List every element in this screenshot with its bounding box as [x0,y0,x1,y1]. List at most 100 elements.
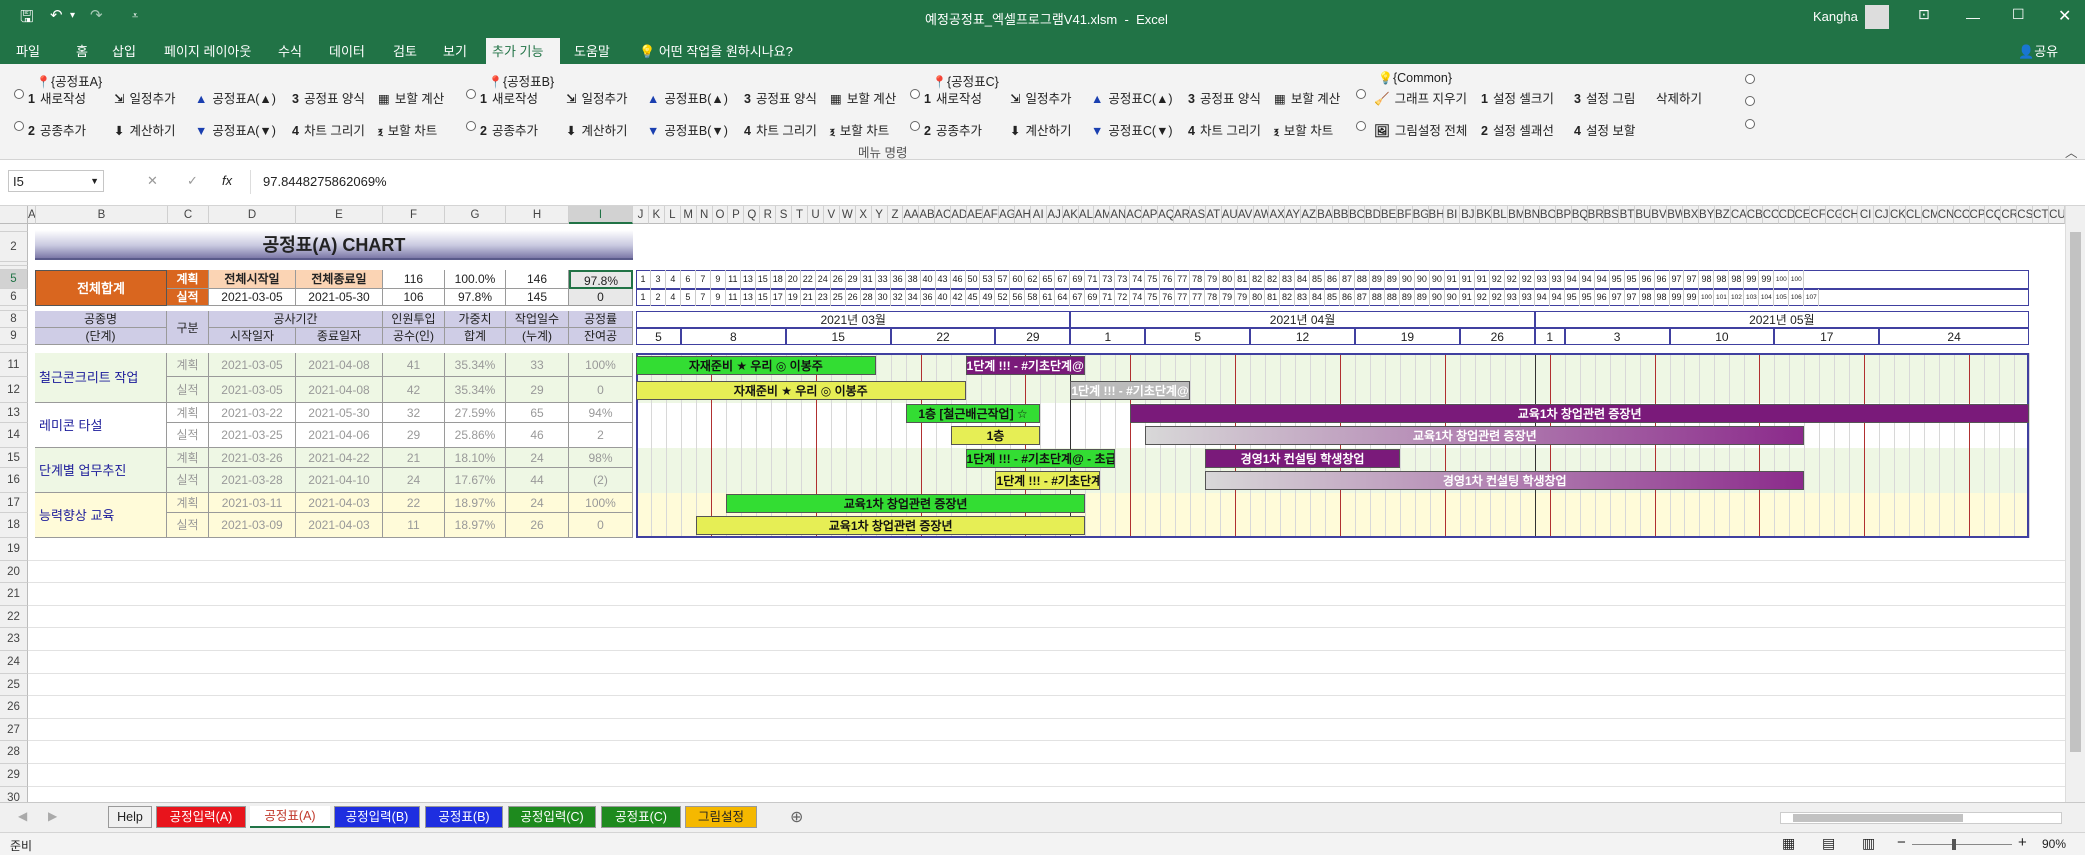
groupC-item-1-1[interactable]: ⬇ 계산하기 [1010,120,1072,139]
column-header[interactable]: U [808,206,824,224]
column-header[interactable]: BA [1317,206,1334,224]
groupA-radio-0[interactable] [14,89,24,99]
column-header[interactable]: BC [1349,206,1365,224]
close-icon[interactable]: ✕ [2058,6,2071,26]
column-header[interactable]: N [696,206,713,224]
column-header[interactable]: CB [1746,206,1763,224]
groupA-item-0-3[interactable]: 3 공정표 양식 [292,88,365,107]
row-header[interactable]: 27 [0,718,28,742]
row-header[interactable]: 23 [0,628,28,651]
common-radio-1[interactable] [1356,121,1366,131]
column-header[interactable]: CG [1826,206,1843,224]
collapse-ribbon-icon[interactable]: ︿ [2065,142,2078,161]
column-header[interactable]: B [36,206,168,224]
vertical-scroll-thumb[interactable] [2070,232,2081,752]
minimize-icon[interactable]: — [1966,9,1980,25]
column-header[interactable]: BP [1555,206,1572,224]
column-header[interactable]: CA [1730,206,1747,224]
column-header[interactable]: AE [967,206,984,224]
column-header[interactable]: AG [998,206,1015,224]
tab-insert[interactable]: 삽입 [106,41,142,60]
column-header[interactable]: Q [744,206,761,224]
groupC-item-1-4[interactable]: ⲝ 보할 차트 [1274,120,1333,139]
column-header[interactable]: BV [1651,206,1668,224]
gantt-bar[interactable]: 1단계 !!! - #기초단계@ - 초급자 [965,355,1086,375]
row-header[interactable]: 25 [0,673,28,697]
row-header[interactable]: 1 [0,224,28,232]
add-sheet-icon[interactable]: ⊕ [790,807,803,827]
cancel-icon[interactable]: ✕ [147,173,158,189]
groupA-item-0-4[interactable]: ▦ 보할 계산 [378,88,444,107]
column-header[interactable]: AU [1221,206,1238,224]
column-header[interactable]: BT [1619,206,1636,224]
sheet-tab[interactable]: 공정표(C) [601,806,681,828]
gantt-bar[interactable]: 교육1차 창업관련 증장년 [695,516,1086,535]
row-header[interactable]: 30 [0,786,28,802]
page-layout-view-icon[interactable]: ▤ [1822,835,1835,852]
groupA-item-0-1[interactable]: ⇲ 일정추가 [114,88,176,107]
row-header[interactable]: 2 [0,232,28,262]
column-header[interactable]: AW [1253,206,1270,224]
column-header[interactable]: BR [1587,206,1604,224]
column-header[interactable]: CE [1794,206,1811,224]
tab-review[interactable]: 검토 [387,41,423,60]
column-header[interactable]: BO [1539,206,1556,224]
column-header[interactable]: BB [1333,206,1349,224]
gantt-bar[interactable]: 자재준비 ★ 우리 ◎ 이봉주 [636,355,876,375]
groupC-item-0-3[interactable]: 3 공정표 양식 [1188,88,1261,107]
column-header[interactable]: AK [1062,206,1079,224]
groupC-item-0-2[interactable]: ▲ 공정표C(▲) [1091,88,1173,107]
groupC-item-1-0[interactable]: 2 공종추가 [924,120,982,139]
groupC-radio-1[interactable] [910,121,920,131]
column-header[interactable]: CJ [1874,206,1890,224]
column-header[interactable]: J [633,206,649,224]
common-item-0-3[interactable]: 삭제하기 [1656,88,1702,107]
groupC-item-0-0[interactable]: 1 새로작성 [924,88,982,107]
column-header[interactable]: V [823,206,840,224]
row-header[interactable]: 8 [0,311,28,328]
extra-radio-1[interactable] [1745,96,1755,106]
vertical-scrollbar[interactable] [2065,206,2085,802]
sheet-tab[interactable]: Help [108,806,152,828]
row-header[interactable]: 10 [0,345,28,353]
column-header[interactable]: BD [1364,206,1381,224]
groupA-item-1-2[interactable]: ▼ 공정표A(▼) [195,120,276,139]
groupB-item-1-4[interactable]: ⲝ 보할 차트 [830,120,889,139]
column-header[interactable]: BU [1635,206,1652,224]
page-break-view-icon[interactable]: ▥ [1862,835,1875,852]
column-header[interactable]: BQ [1571,206,1588,224]
column-header[interactable]: W [839,206,856,224]
gantt-bar[interactable]: 경영1차 컨설팅 학생창업 [1205,448,1400,468]
groupC-item-0-4[interactable]: ▦ 보할 계산 [1274,88,1340,107]
row-header[interactable]: 6 [0,289,28,306]
extra-radio-0[interactable] [1745,74,1755,84]
groupA-item-1-4[interactable]: ⲝ 보할 차트 [378,120,437,139]
column-header[interactable]: BF [1396,206,1413,224]
column-header[interactable]: BK [1476,206,1493,224]
gantt-bar[interactable]: 교육1차 창업관련 증장년 [1145,426,1805,445]
row-header[interactable]: 14 [0,423,28,448]
row-header[interactable]: 15 [0,448,28,468]
column-header[interactable]: Z [887,206,904,224]
gantt-bar[interactable]: 교육1차 창업관련 증장년 [1130,403,2029,423]
column-header[interactable]: Y [871,206,888,224]
row-header[interactable]: 17 [0,493,28,513]
sheet-tab[interactable]: 공정입력(B) [334,806,420,828]
worksheet-grid[interactable]: A B C D E F G H I J K L M N O P Q R S T U V W X Y Z AA AB AC AD AE AF AG… [0,206,2065,802]
column-header[interactable]: L [664,206,681,224]
column-header[interactable]: AO [1126,206,1143,224]
gantt-bar[interactable]: 1단계 !!! - #기초단계@ [995,471,1101,490]
column-header[interactable]: R [760,206,777,224]
row-header[interactable]: 5 [0,270,28,289]
row-header[interactable]: 12 [0,377,28,403]
undo-icon[interactable]: ↶ [50,6,63,24]
tab-view[interactable]: 보기 [437,41,473,60]
column-header[interactable]: AQ [1158,206,1174,224]
maximize-icon[interactable]: ☐ [2012,6,2025,23]
gantt-bar[interactable]: 자재준비 ★ 우리 ◎ 이봉주 [636,380,966,400]
select-all-corner[interactable] [0,206,28,224]
groupB-item-1-1[interactable]: ⬇ 계산하기 [566,120,628,139]
sheet-tab[interactable]: 그림설정 [685,806,757,828]
column-header[interactable]: AN [1110,206,1127,224]
row-header[interactable]: 29 [0,764,28,787]
